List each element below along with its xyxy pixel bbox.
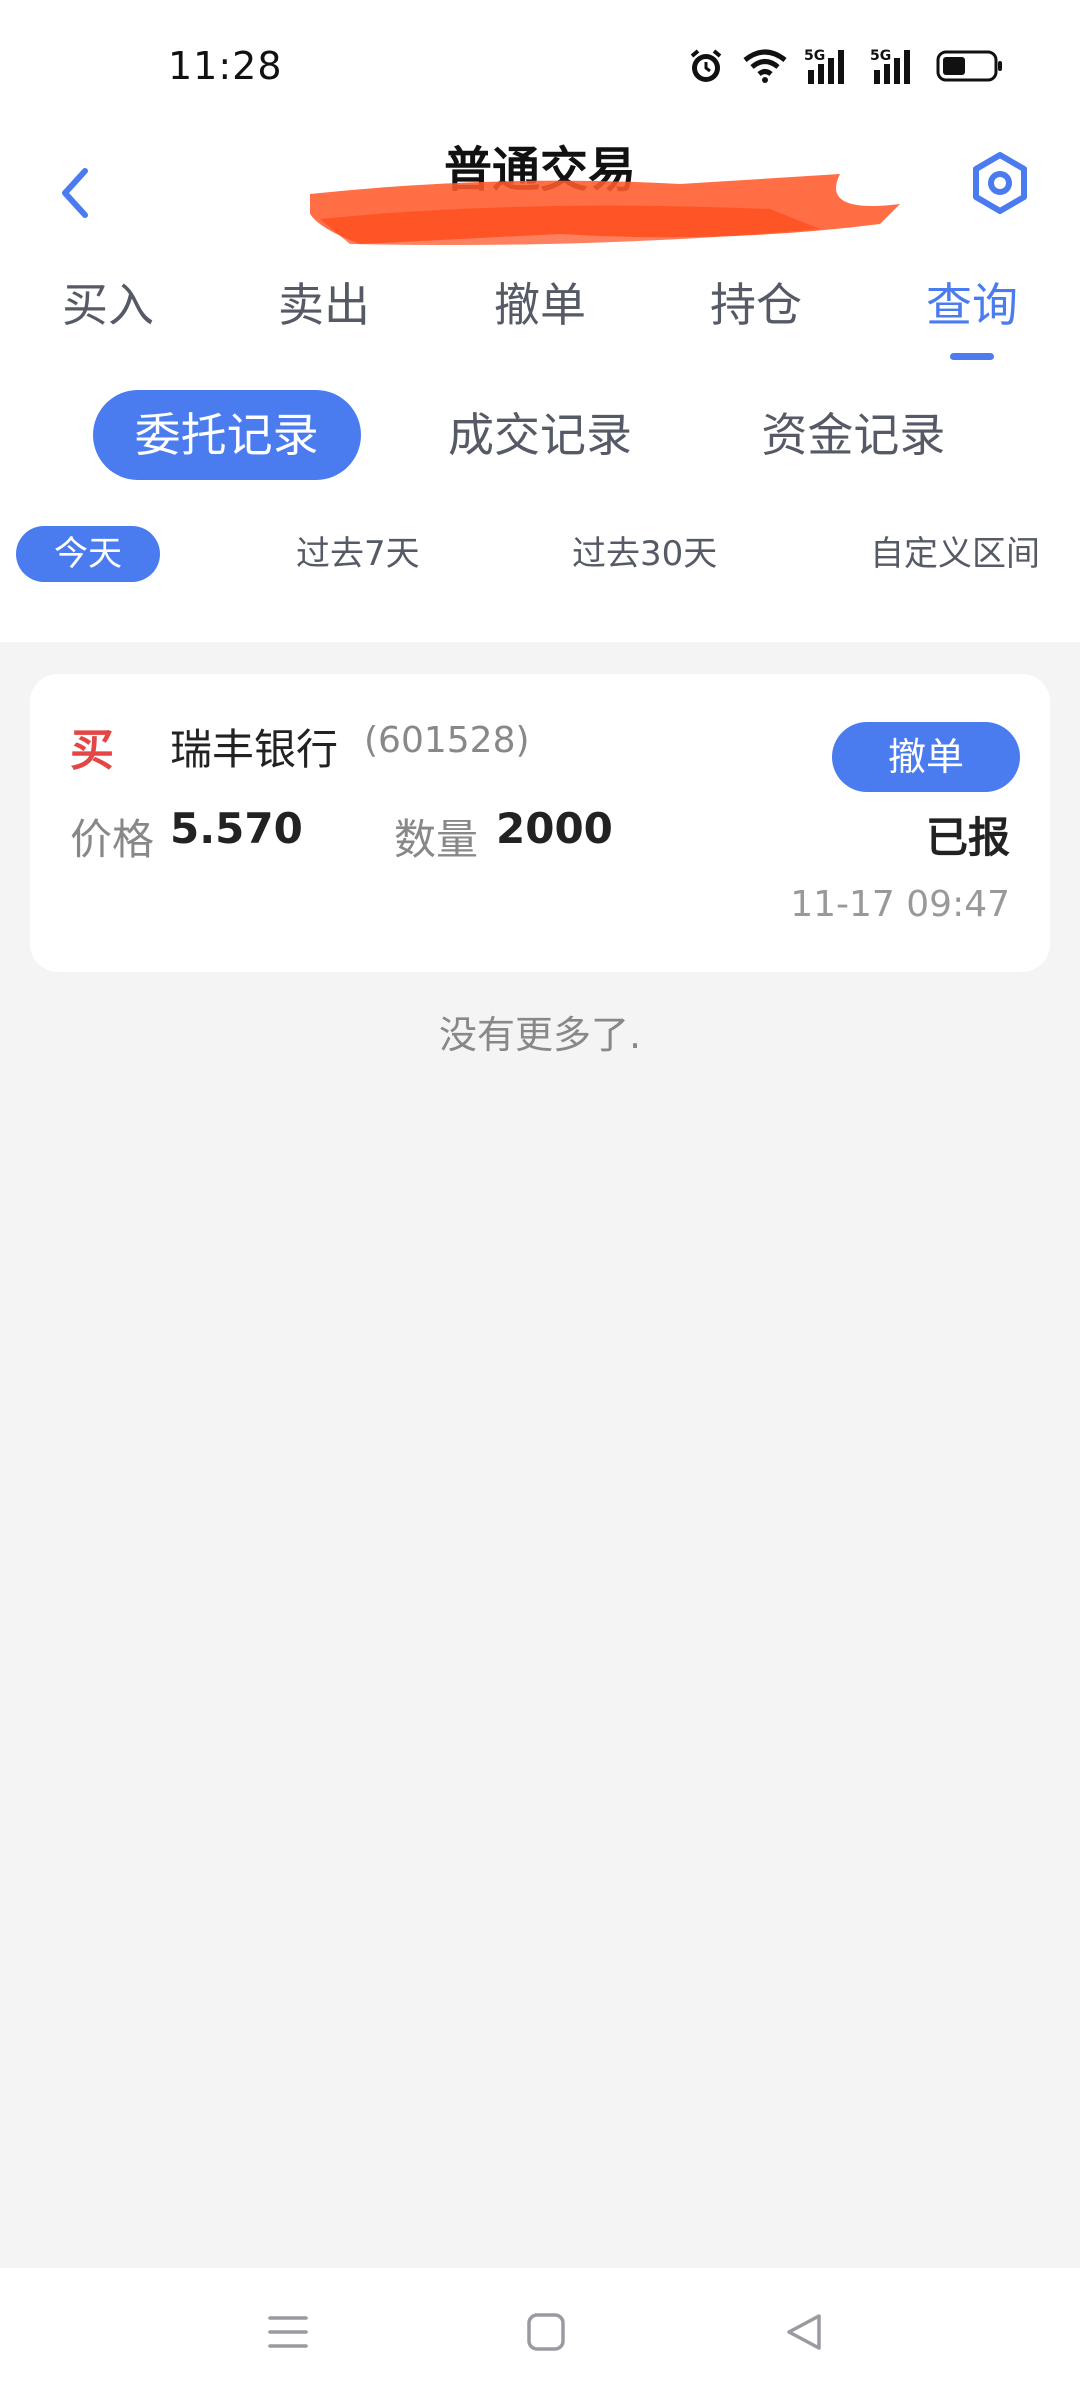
- tab-cancel[interactable]: 撤单: [432, 270, 648, 370]
- price-value: 5.570: [170, 804, 303, 853]
- filter-30days[interactable]: 过去30天: [572, 526, 717, 582]
- status-time: 11:28: [168, 44, 283, 88]
- filter-today[interactable]: 今天: [16, 526, 160, 582]
- price-label: 价格: [70, 815, 155, 864]
- back-triangle-icon: [783, 2311, 825, 2357]
- quantity-label: 数量: [394, 815, 479, 864]
- redaction-scribble: [300, 174, 900, 254]
- stock-code: (601528): [364, 720, 530, 761]
- subtab-trades[interactable]: 成交记录: [406, 390, 674, 480]
- quantity-value: 2000: [496, 804, 613, 853]
- svg-text:5G: 5G: [804, 48, 825, 64]
- order-side-badge: 买: [70, 725, 114, 776]
- menu-icon: [266, 2312, 310, 2356]
- order-time: 11-17 09:47: [790, 884, 1010, 925]
- subtab-funds[interactable]: 资金记录: [719, 390, 987, 480]
- main-tabs: 买入 卖出 撤单 持仓 查询: [0, 270, 1080, 370]
- alarm-icon: [686, 46, 726, 86]
- stock-name: 瑞丰银行: [170, 725, 339, 774]
- system-nav-bar: [0, 2268, 1080, 2400]
- tab-holdings[interactable]: 持仓: [648, 270, 864, 370]
- svg-text:5G: 5G: [870, 48, 891, 64]
- battery-icon: [936, 48, 1004, 84]
- wifi-icon: [742, 46, 788, 86]
- date-filters: 今天 过去7天 过去30天 自定义区间: [0, 500, 1080, 642]
- 5g-signal-icon: 5G: [804, 46, 854, 86]
- tab-sell[interactable]: 卖出: [216, 270, 432, 370]
- status-icons: 5G 5G: [686, 44, 1004, 88]
- hexagon-settings-icon: [968, 151, 1032, 219]
- home-button[interactable]: [516, 2304, 576, 2364]
- filter-custom-range[interactable]: 自定义区间: [870, 526, 1040, 582]
- tab-query[interactable]: 查询: [864, 270, 1080, 370]
- filter-7days[interactable]: 过去7天: [296, 526, 420, 582]
- order-card: 买 瑞丰银行 (601528) 撤单 价格 5.570 数量 2000 已报 1…: [30, 674, 1050, 972]
- order-status: 已报: [925, 813, 1010, 862]
- record-subtabs: 委托记录 成交记录 资金记录: [0, 370, 1080, 500]
- header: 普通交易: [0, 130, 1080, 270]
- status-bar: 11:28 5G 5G: [0, 0, 1080, 130]
- home-square-icon: [525, 2311, 567, 2357]
- 5g-signal-icon: 5G: [870, 46, 920, 86]
- subtab-orders[interactable]: 委托记录: [92, 390, 361, 480]
- back-nav-button[interactable]: [774, 2304, 834, 2364]
- settings-button[interactable]: [960, 140, 1040, 230]
- app-root: 11:28 5G 5G 普通交易 买入 卖出 撤单 持仓 查询 委托记录 成交记…: [0, 0, 1080, 2400]
- tab-buy[interactable]: 买入: [0, 270, 216, 370]
- recent-apps-button[interactable]: [258, 2304, 318, 2364]
- list-end-text: 没有更多了.: [438, 1013, 642, 1057]
- cancel-order-button[interactable]: 撤单: [832, 722, 1020, 792]
